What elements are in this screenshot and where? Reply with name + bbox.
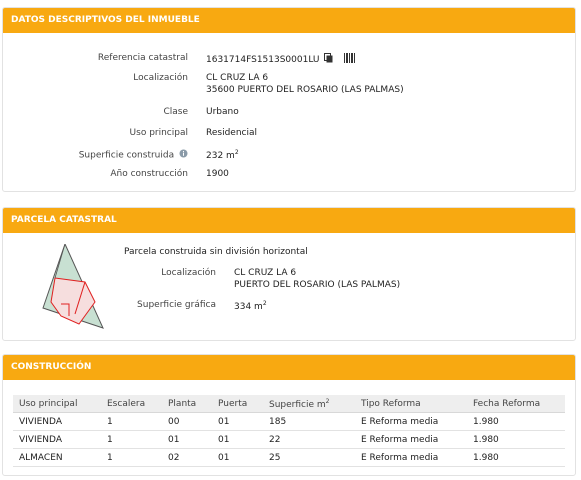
col-uso-principal: Uso principal	[13, 395, 101, 413]
col-superficie-label: Superficie m	[269, 399, 326, 410]
cell-escalera: 1	[101, 448, 162, 467]
parcela-localizacion-line2: PUERTO DEL ROSARIO (LAS PALMAS)	[234, 280, 401, 290]
superficie-grafica-unit-exponent: 2	[262, 300, 267, 307]
construccion-table: Uso principal Escalera Planta Puerta Sup…	[13, 395, 565, 467]
parcela-catastral-panel: PARCELA CATASTRAL Parcela construida sin…	[2, 207, 576, 341]
superficie-grafica-value: 334 m2	[234, 300, 267, 312]
localizacion-line2: 35600 PUERTO DEL ROSARIO (LAS PALMAS)	[206, 85, 404, 95]
cell-fecha-reforma: 1.980	[467, 448, 565, 467]
table-row: ALMACEN 1 02 01 25 E Reforma media 1.980	[13, 448, 565, 467]
cell-superficie: 22	[263, 430, 355, 449]
parcela-localizacion-label: Localización	[161, 268, 216, 278]
superficie-unit-exponent: 2	[234, 149, 239, 156]
cell-uso: VIVIENDA	[13, 412, 101, 431]
table-header-row: Uso principal Escalera Planta Puerta Sup…	[13, 395, 565, 413]
superficie-construida-number: 232 m	[206, 151, 235, 161]
cell-superficie: 25	[263, 448, 355, 467]
copy-icon[interactable]	[324, 53, 333, 66]
clase-label: Clase	[163, 107, 188, 117]
cell-fecha-reforma: 1.980	[467, 412, 565, 431]
cell-puerta: 01	[212, 448, 263, 467]
cell-tipo-reforma: E Reforma media	[355, 430, 467, 449]
col-planta: Planta	[162, 395, 212, 413]
localizacion-line1: CL CRUZ LA 6	[206, 73, 269, 83]
construccion-panel: CONSTRUCCIÓN Uso principal Escalera Plan…	[2, 354, 576, 476]
table-row: VIVIENDA 1 00 01 185 E Reforma media 1.9…	[13, 412, 565, 431]
col-tipo-reforma: Tipo Reforma	[355, 395, 467, 413]
cell-uso: ALMACEN	[13, 448, 101, 467]
uso-principal-value: Residencial	[206, 128, 257, 138]
cell-puerta: 01	[212, 412, 263, 431]
info-icon[interactable]	[179, 149, 188, 161]
referencia-label: Referencia catastral	[97, 53, 188, 63]
datos-descriptivos-panel: DATOS DESCRIPTIVOS DEL INMUEBLE Referenc…	[2, 7, 576, 192]
anio-construccion-label: Año construcción	[110, 169, 188, 179]
col-superficie: Superficie m2	[263, 395, 355, 413]
construccion-title: CONSTRUCCIÓN	[3, 355, 575, 380]
clase-value: Urbano	[206, 107, 239, 117]
cell-escalera: 1	[101, 412, 162, 431]
parcela-catastral-title: PARCELA CATASTRAL	[3, 208, 575, 233]
localizacion-label: Localización	[133, 73, 188, 83]
cell-fecha-reforma: 1.980	[467, 430, 565, 449]
cell-planta: 01	[162, 430, 212, 449]
referencia-value: 1631714FS1513S0001LU	[206, 55, 320, 65]
parcela-localizacion-line1: CL CRUZ LA 6	[234, 268, 297, 278]
table-row: VIVIENDA 1 01 01 22 E Reforma media 1.98…	[13, 430, 565, 449]
cell-superficie: 185	[263, 412, 355, 431]
uso-principal-label: Uso principal	[129, 128, 188, 138]
parcel-map[interactable]	[41, 242, 107, 330]
superficie-grafica-label: Superficie gráfica	[137, 300, 216, 310]
referencia-value-row: 1631714FS1513S0001LU	[206, 53, 356, 66]
cell-uso: VIVIENDA	[13, 430, 101, 449]
barcode-icon[interactable]	[344, 53, 356, 66]
superficie-construida-value: 232 m2	[206, 149, 239, 161]
superficie-construida-label-row: Superficie construida	[23, 149, 188, 161]
anio-construccion-value: 1900	[206, 169, 229, 179]
cell-escalera: 1	[101, 430, 162, 449]
cell-planta: 00	[162, 412, 212, 431]
cell-puerta: 01	[212, 430, 263, 449]
col-puerta: Puerta	[212, 395, 263, 413]
parcela-subtitle: Parcela construida sin división horizont…	[124, 247, 308, 257]
superficie-construida-label: Superficie construida	[78, 150, 175, 161]
cell-tipo-reforma: E Reforma media	[355, 412, 467, 431]
col-fecha-reforma: Fecha Reforma	[467, 395, 565, 413]
datos-descriptivos-title: DATOS DESCRIPTIVOS DEL INMUEBLE	[3, 8, 575, 33]
superficie-grafica-number: 334 m	[234, 302, 263, 312]
cell-tipo-reforma: E Reforma media	[355, 448, 467, 467]
cell-planta: 02	[162, 448, 212, 467]
col-escalera: Escalera	[101, 395, 162, 413]
col-superficie-exponent: 2	[325, 397, 330, 405]
